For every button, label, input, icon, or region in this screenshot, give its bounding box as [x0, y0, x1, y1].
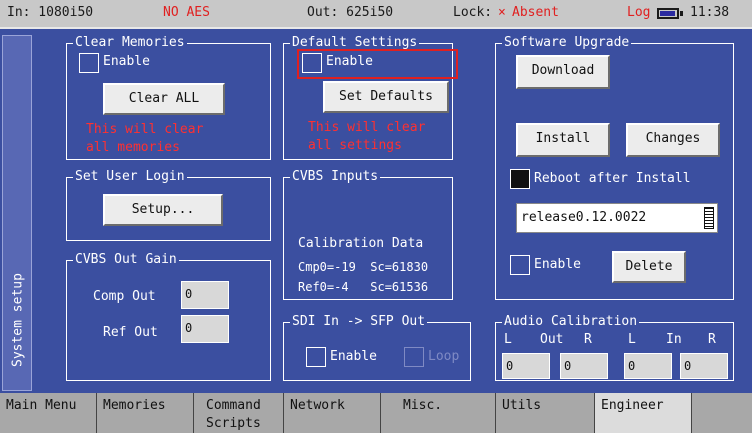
bottom-tab-bar: Main Menu Memories Command Scripts Netwo…: [0, 393, 752, 433]
calibration-data-heading: Calibration Data: [298, 236, 424, 251]
lock-label: Lock:: [453, 5, 493, 20]
setup-button[interactable]: Setup...: [103, 194, 223, 226]
input-format: In: 1080i50: [7, 5, 94, 20]
download-button[interactable]: Download: [516, 55, 610, 89]
cvbs-inputs-title: CVBS Inputs: [290, 169, 381, 185]
audio-in-l-field[interactable]: 0: [624, 353, 672, 379]
tab-main-menu[interactable]: Main Menu: [0, 393, 97, 433]
sdi-sfp-enable-checkbox[interactable]: [306, 347, 326, 367]
upgrade-enable-label: Enable: [534, 257, 581, 272]
audio-in-r-field[interactable]: 0: [680, 353, 728, 379]
scroll-handle-icon[interactable]: [704, 207, 714, 229]
clear-memories-warning-2: all memories: [86, 140, 180, 155]
focus-highlight: [297, 49, 458, 79]
software-upgrade-title: Software Upgrade: [502, 35, 632, 51]
clear-all-button[interactable]: Clear ALL: [103, 83, 225, 115]
loop-label: Loop: [428, 349, 460, 364]
aes-status: NO AES: [163, 5, 210, 20]
tab-memories[interactable]: Memories: [97, 393, 194, 433]
clock: 11:38: [690, 5, 730, 20]
audio-out-r-field[interactable]: 0: [560, 353, 608, 379]
tab-network[interactable]: Network: [284, 393, 381, 433]
sdi-sfp-enable-label: Enable: [330, 349, 377, 364]
reboot-after-install-label: Reboot after Install: [534, 171, 691, 186]
set-defaults-button[interactable]: Set Defaults: [323, 81, 449, 113]
delete-button[interactable]: Delete: [612, 251, 686, 283]
upgrade-enable-checkbox[interactable]: [510, 255, 530, 275]
tab-engineer[interactable]: Engineer: [595, 393, 692, 433]
reboot-after-install-checkbox[interactable]: [510, 169, 530, 189]
sdi-sfp-title: SDI In -> SFP Out: [290, 314, 428, 330]
cvbs-out-gain-title: CVBS Out Gain: [73, 252, 179, 268]
clear-memories-title: Clear Memories: [73, 35, 187, 51]
lock-value: Absent: [512, 5, 559, 20]
side-tab-label: System setup: [10, 273, 26, 367]
ref-out-label: Ref Out: [103, 325, 158, 340]
clear-memories-warning-1: This will clear: [86, 122, 204, 137]
tab-utils[interactable]: Utils: [496, 393, 595, 433]
side-tab-system-setup[interactable]: System setup: [2, 35, 32, 391]
audio-in-r-header: R: [708, 332, 716, 347]
set-user-login-group: Set User Login Setup...: [66, 169, 271, 241]
software-upgrade-group: Software Upgrade Download Install Change…: [495, 35, 734, 300]
install-button[interactable]: Install: [516, 123, 610, 157]
status-bar: In: 1080i50 NO AES Out: 625i50 Lock: × A…: [0, 0, 752, 27]
audio-calibration-group: Audio Calibration L Out R L In R 0 0 0 0: [495, 314, 734, 381]
tab-misc[interactable]: Misc.: [381, 393, 496, 433]
calibration-ref-line: Ref0=-4 Sc=61536: [298, 280, 429, 294]
battery-icon: [657, 8, 679, 19]
log-label[interactable]: Log: [627, 5, 650, 20]
clear-memories-enable-checkbox[interactable]: [79, 53, 99, 73]
audio-in-l-header: L: [628, 332, 636, 347]
audio-out-r-header: R: [584, 332, 592, 347]
cvbs-out-gain-group: CVBS Out Gain Comp Out 0 Ref Out 0: [66, 252, 271, 381]
audio-calibration-title: Audio Calibration: [502, 314, 640, 330]
clear-memories-enable-label: Enable: [103, 54, 150, 69]
calibration-cmp-line: Cmp0=-19 Sc=61830: [298, 260, 429, 274]
audio-in-header: In: [666, 332, 682, 347]
set-user-login-title: Set User Login: [73, 169, 187, 185]
audio-out-header: Out: [540, 332, 564, 347]
cvbs-inputs-group: CVBS Inputs Calibration Data Cmp0=-19 Sc…: [283, 169, 453, 300]
audio-out-l-header: L: [504, 332, 512, 347]
tab-command-scripts[interactable]: Command Scripts: [194, 393, 284, 433]
release-select-value: release0.12.0022: [521, 210, 647, 225]
changes-button[interactable]: Changes: [626, 123, 720, 157]
lock-absent-icon: ×: [498, 5, 506, 20]
output-format: Out: 625i50: [307, 5, 394, 20]
sdi-sfp-group: SDI In -> SFP Out Enable Loop: [283, 314, 471, 381]
default-settings-warning-1: This will clear: [308, 120, 426, 135]
comp-out-field[interactable]: 0: [181, 281, 229, 309]
default-settings-warning-2: all settings: [308, 138, 402, 153]
clear-memories-group: Clear Memories Enable Clear ALL This wil…: [66, 35, 271, 160]
release-select[interactable]: release0.12.0022: [516, 203, 718, 233]
ref-out-field[interactable]: 0: [181, 315, 229, 343]
comp-out-label: Comp Out: [93, 289, 156, 304]
battery-tip-icon: [680, 11, 683, 16]
loop-checkbox[interactable]: [404, 347, 424, 367]
audio-out-l-field[interactable]: 0: [502, 353, 550, 379]
